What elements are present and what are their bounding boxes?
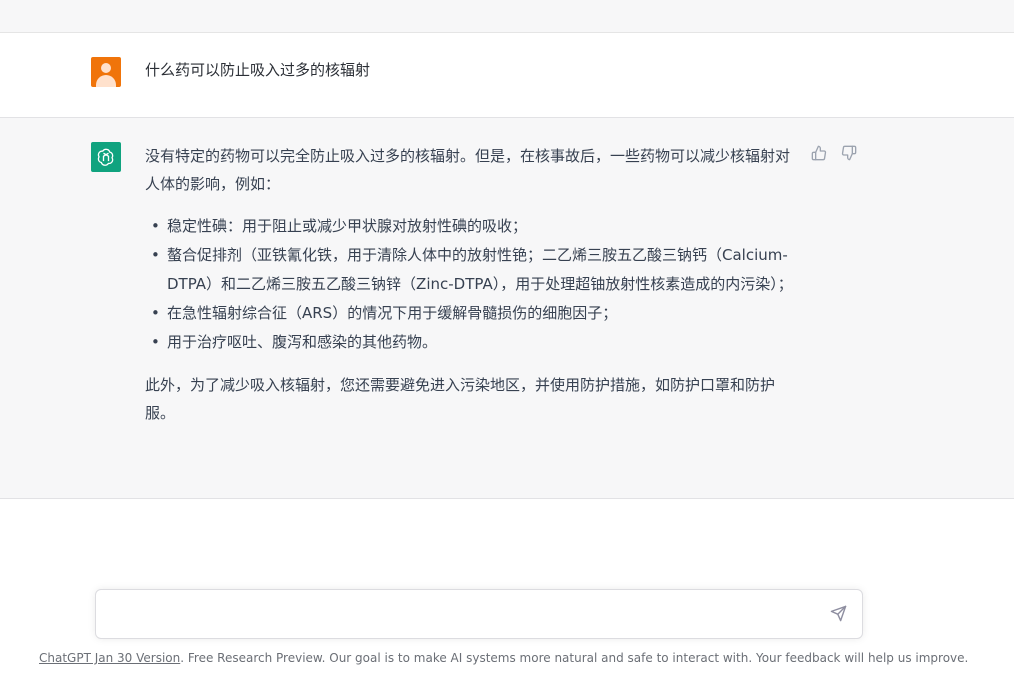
thumbs-down-button[interactable]: [840, 144, 858, 162]
send-icon: [830, 605, 847, 622]
version-link[interactable]: ChatGPT Jan 30 Version: [39, 651, 180, 665]
assistant-intro: 没有特定的药物可以完全防止吸入过多的核辐射。但是，在核事故后，一些药物可以减少核…: [145, 147, 791, 193]
feedback-buttons: [810, 144, 858, 162]
message-input-container: [95, 589, 863, 639]
thumbs-down-icon: [841, 145, 857, 161]
assistant-message-content: 没有特定的药物可以完全防止吸入过多的核辐射。但是，在核事故后，一些药物可以减少核…: [145, 142, 795, 427]
send-button[interactable]: [830, 605, 848, 623]
list-item: 螯合促排剂（亚铁氰化铁，用于清除人体中的放射性铯；二乙烯三胺五乙酸三钠钙（Cal…: [145, 241, 795, 299]
previous-message-strip: [0, 0, 1014, 33]
assistant-outro: 此外，为了减少吸入核辐射，您还需要避免进入污染地区，并使用防护措施，如防护口罩和…: [145, 376, 776, 422]
openai-logo-icon: [91, 142, 121, 172]
user-message-text: 什么药可以防止吸入过多的核辐射: [145, 61, 371, 79]
footer-text: . Free Research Preview. Our goal is to …: [180, 651, 969, 665]
user-message-row: 什么药可以防止吸入过多的核辐射: [0, 33, 1014, 118]
assistant-message-row: 没有特定的药物可以完全防止吸入过多的核辐射。但是，在核事故后，一些药物可以减少核…: [0, 118, 1014, 499]
user-avatar-icon: [91, 57, 121, 87]
list-item: 用于治疗呕吐、腹泻和感染的其他药物。: [145, 328, 795, 357]
chat-page: 什么药可以防止吸入过多的核辐射 没有特定的药物可以完全防止吸入过多的核辐射。但是…: [0, 0, 1014, 677]
medication-list: 稳定性碘：用于阻止或减少甲状腺对放射性碘的吸收； 螯合促排剂（亚铁氰化铁，用于清…: [145, 212, 795, 357]
message-input[interactable]: [110, 602, 814, 630]
footer-disclaimer: ChatGPT Jan 30 Version. Free Research Pr…: [39, 650, 968, 666]
thumbs-up-icon: [811, 145, 827, 161]
list-item: 在急性辐射综合征（ARS）的情况下用于缓解骨髓损伤的细胞因子；: [145, 299, 795, 328]
list-item: 稳定性碘：用于阻止或减少甲状腺对放射性碘的吸收；: [145, 212, 795, 241]
thumbs-up-button[interactable]: [810, 144, 828, 162]
